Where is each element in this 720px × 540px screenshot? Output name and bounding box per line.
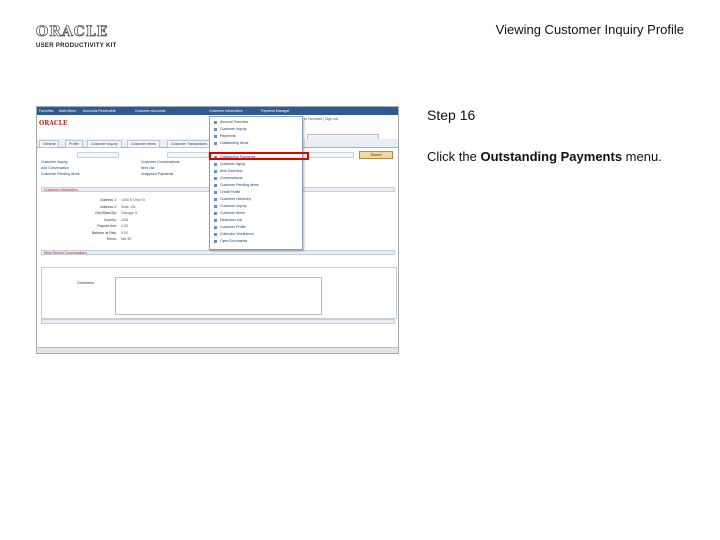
application-screenshot: Favorites Main Menu Accounts Receivable …	[36, 106, 399, 354]
app-field-customer[interactable]	[167, 152, 209, 158]
oracle-logo-wordmark: ORACLE	[36, 24, 109, 41]
app-comments-textarea[interactable]	[115, 277, 322, 315]
menu-bullet-icon	[214, 225, 217, 229]
app-horizontal-scrollbar[interactable]	[37, 347, 398, 353]
menu-bullet-icon	[214, 134, 217, 138]
dropdown-item[interactable]: Account Overview	[210, 119, 302, 125]
app-left-links: Customer Inquiry Add Conversation Custom…	[41, 159, 80, 177]
dropdown-item[interactable]: Customer Aging	[210, 161, 302, 167]
app-section-conversations: Most Recent Conversations	[41, 250, 395, 255]
menu-bullet-icon	[214, 190, 217, 194]
menu-bullet-icon	[214, 232, 217, 236]
app-menu-ar[interactable]: Accounts Receivable	[83, 109, 116, 113]
app-field-business-unit[interactable]	[77, 152, 119, 158]
dropdown-item[interactable]: Customer Inquiry	[210, 203, 302, 209]
app-form-values: 1400 E Ohio St Suite 101 Chicago IL USA …	[121, 197, 145, 243]
menu-bullet-icon	[214, 127, 217, 131]
dropdown-item[interactable]: Customer Items	[210, 210, 302, 216]
app-tab-general[interactable]: General	[39, 140, 60, 148]
menu-bullet-icon	[214, 204, 217, 208]
dropdown-item[interactable]: Customer Profile	[210, 224, 302, 230]
menu-bullet-icon	[214, 211, 217, 215]
menu-bullet-icon	[214, 162, 217, 166]
step-number: Step 16	[427, 107, 476, 123]
menu-bullet-icon	[214, 218, 217, 222]
menu-bullet-icon	[214, 176, 217, 180]
app-search-button[interactable]: Search	[359, 151, 393, 159]
menu-bullet-icon	[214, 197, 217, 201]
app-value: 1400 E Ohio St	[121, 198, 145, 202]
menu-bullet-icon	[214, 183, 217, 187]
dropdown-item[interactable]: Customer Inquiry	[210, 126, 302, 132]
app-link-unapplied-payments[interactable]: Unapplied Payments	[141, 171, 180, 177]
page-title: Viewing Customer Inquiry Profile	[495, 22, 684, 37]
app-menu-bar: Favorites Main Menu Accounts Receivable …	[37, 107, 398, 115]
dropdown-item[interactable]: Credit Profile	[210, 189, 302, 195]
app-menu-payment-manager[interactable]: Payment Manager	[261, 109, 290, 113]
dropdown-item[interactable]: Customer Pending Items	[210, 182, 302, 188]
step-instruction-prefix: Click the	[427, 149, 481, 164]
app-value: Net 30	[121, 237, 132, 241]
dropdown-item[interactable]: Payments	[210, 133, 302, 139]
customer-information-dropdown: Account Overview Customer Inquiry Paymen…	[209, 116, 303, 250]
app-menu-favorites[interactable]: Favorites	[39, 109, 53, 113]
app-menu-customer-accounts[interactable]: Customer Accounts	[135, 109, 165, 113]
upk-logo-tagline: USER PRODUCTIVITY KIT	[36, 43, 117, 49]
app-field-action[interactable]	[307, 152, 354, 158]
dropdown-item[interactable]: Customer Hierarchy	[210, 196, 302, 202]
app-oracle-logo: ORACLE	[39, 120, 68, 127]
app-tab-customer-items[interactable]: Customer Items	[127, 140, 160, 148]
dropdown-item[interactable]: Conversations	[210, 175, 302, 181]
menu-bullet-icon	[214, 169, 217, 173]
dropdown-item[interactable]: Open Documents	[210, 238, 302, 244]
app-comments-label: Comments	[77, 281, 94, 285]
step-instruction: Click the Outstanding Payments menu.	[427, 149, 662, 164]
step-instruction-suffix: menu.	[622, 149, 662, 164]
dropdown-item[interactable]: Collection Workbench	[210, 231, 302, 237]
menu-bullet-icon	[214, 239, 217, 243]
dropdown-item[interactable]: Item Overview	[210, 168, 302, 174]
menu-bullet-icon	[214, 120, 217, 124]
app-menu-customer-information[interactable]: Customer Information	[209, 109, 243, 113]
app-tab-customer-transactions[interactable]: Customer Transactions	[167, 140, 211, 148]
dropdown-item[interactable]: Outstanding Items	[210, 140, 302, 146]
step-instruction-target: Outstanding Payments	[480, 149, 623, 164]
click-target-highlight	[209, 152, 309, 160]
app-tab-profile[interactable]: Profile	[65, 140, 83, 148]
app-link-pending-items[interactable]: Customer Pending Items	[41, 171, 80, 177]
menu-bullet-icon	[214, 141, 217, 145]
oracle-upk-logo: ORACLE USER PRODUCTIVITY KIT	[36, 24, 126, 50]
app-section-bottom	[41, 319, 395, 324]
dropdown-item[interactable]: Deduction List	[210, 217, 302, 223]
app-tab-customer-inquiry[interactable]: Customer Inquiry	[87, 140, 122, 148]
app-form-labels: Address 1: Address 2: City/State/Zip: Co…	[57, 197, 117, 243]
app-menu-main[interactable]: Main Menu	[59, 109, 76, 113]
app-label: Terms:	[106, 237, 118, 241]
app-mid-links: Customer Conversations Item List Unappli…	[141, 159, 180, 177]
